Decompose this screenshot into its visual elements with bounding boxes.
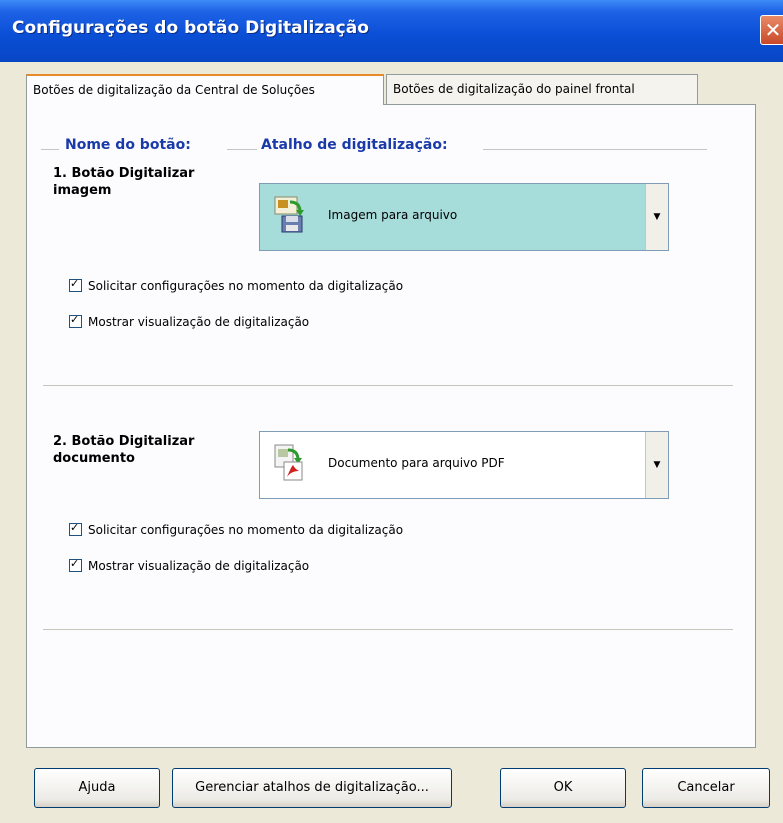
section-divider-bottom <box>43 629 733 630</box>
manage-shortcuts-button[interactable]: Gerenciar atalhos de digitalização... <box>172 768 452 808</box>
section1-label-line1: 1. Botão Digitalizar <box>53 166 195 181</box>
section2-prompt-label: Solicitar configurações no momento da di… <box>88 523 404 537</box>
checkbox-checked-icon[interactable] <box>69 313 82 328</box>
section2-preview-label: Mostrar visualização de digitalização <box>88 559 310 573</box>
document-to-pdf-icon <box>274 444 303 481</box>
section2-selected-text: Documento para arquivo PDF <box>328 456 505 470</box>
checkbox-checked-icon[interactable] <box>69 521 82 536</box>
title-bar: Configurações do botão Digitalização ✕ <box>0 0 783 62</box>
section2-label: 2. Botão Digitalizar documento <box>53 433 194 467</box>
section1-selected-text: Imagem para arquivo <box>328 208 458 222</box>
section1-prompt-checkbox[interactable]: Solicitar configurações no momento da di… <box>69 277 404 293</box>
section1-chevron-down-icon[interactable]: ▼ <box>645 184 668 250</box>
image-to-file-icon <box>274 196 304 233</box>
tab-solution-center[interactable]: Botões de digitalização da Central de So… <box>26 74 384 105</box>
section1-preview-checkbox[interactable]: Mostrar visualização de digitalização <box>69 313 310 329</box>
window-title: Configurações do botão Digitalização <box>12 18 369 38</box>
button-name-header: Nome do botão: <box>65 137 191 153</box>
shortcut-header: Atalho de digitalização: <box>261 137 448 153</box>
header-line-left <box>41 149 59 150</box>
section2-prompt-checkbox[interactable]: Solicitar configurações no momento da di… <box>69 521 404 537</box>
checkbox-checked-icon[interactable] <box>69 277 82 292</box>
section1-preview-label: Mostrar visualização de digitalização <box>88 315 310 329</box>
section2-shortcut-select[interactable]: Documento para arquivo PDF ▼ <box>259 431 669 499</box>
section-divider <box>43 385 733 386</box>
tab-front-panel[interactable]: Botões de digitalização do painel fronta… <box>386 74 698 104</box>
section2-label-line2: documento <box>53 451 135 466</box>
section2-chevron-down-icon[interactable]: ▼ <box>645 432 668 498</box>
help-button[interactable]: Ajuda <box>34 768 160 808</box>
ok-button[interactable]: OK <box>500 768 626 808</box>
header-line-mid <box>227 149 257 150</box>
section1-prompt-label: Solicitar configurações no momento da di… <box>88 279 404 293</box>
tab-panel: Nome do botão: Atalho de digitalização: … <box>26 104 756 748</box>
close-button[interactable]: ✕ <box>760 15 783 45</box>
section1-label: 1. Botão Digitalizar imagem <box>53 165 194 199</box>
header-line-right <box>483 149 707 150</box>
section1-label-line2: imagem <box>53 183 112 198</box>
section1-shortcut-select[interactable]: Imagem para arquivo ▼ <box>259 183 669 251</box>
section2-preview-checkbox[interactable]: Mostrar visualização de digitalização <box>69 557 310 573</box>
cancel-button[interactable]: Cancelar <box>642 768 770 808</box>
section2-label-line1: 2. Botão Digitalizar <box>53 434 195 449</box>
checkbox-checked-icon[interactable] <box>69 557 82 572</box>
